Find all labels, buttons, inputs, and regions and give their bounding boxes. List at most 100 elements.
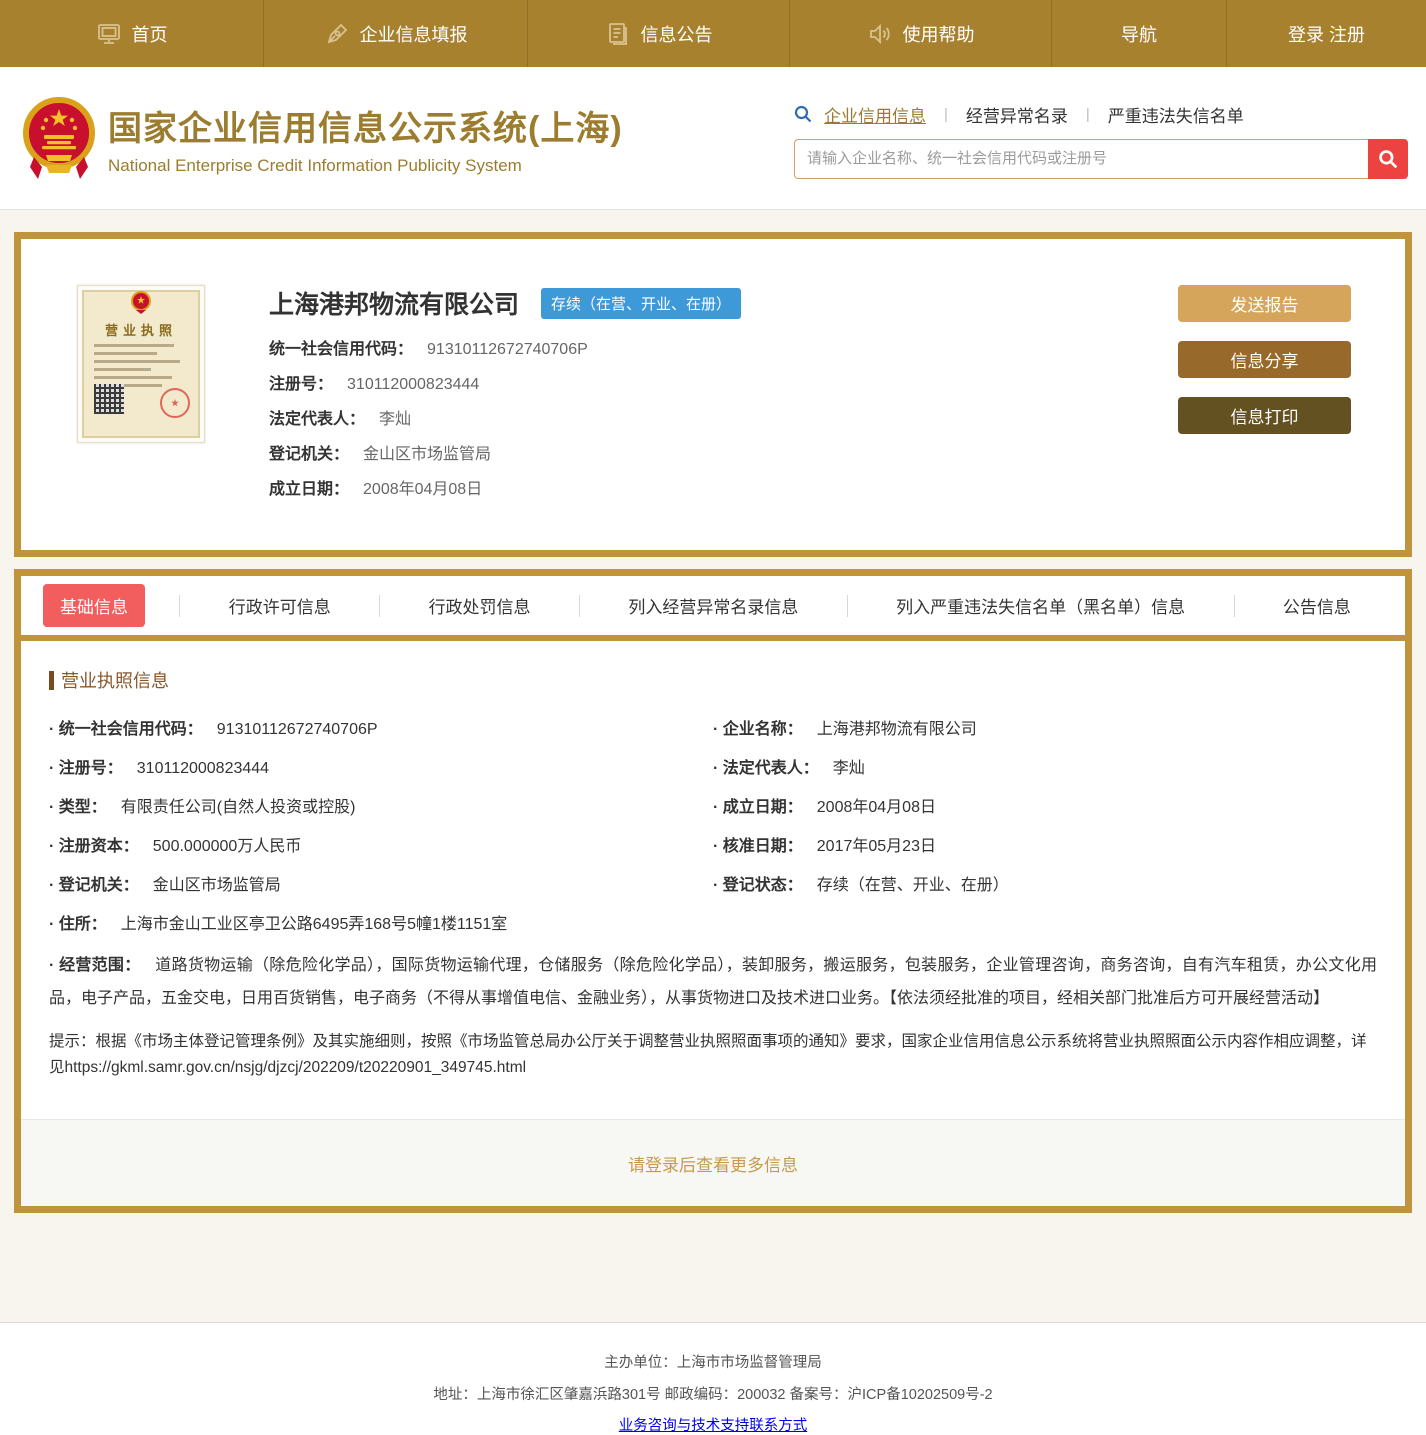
nav-item-home[interactable]: 首页 (0, 0, 264, 67)
tab-announcement-info[interactable]: 公告信息 (1269, 585, 1365, 626)
search-block: 企业信用信息 | 经营异常名录 | 严重违法失信名单 (794, 98, 1408, 179)
company-name: 上海港邦物流有限公司 (269, 291, 520, 319)
field-value: 2008年04月08日 (816, 799, 936, 816)
license-text-line (94, 360, 180, 363)
search-tabs: 企业信用信息 | 经营异常名录 | 严重违法失信名单 (794, 102, 1408, 127)
send-report-button[interactable]: 发送报告 (1178, 285, 1351, 322)
login-more-link[interactable]: 请登录后查看更多信息 (628, 1151, 798, 1176)
field-address: · 住所： 上海市金山工业区亭卫公路6495弄168号5幢1楼1151室 (49, 910, 1377, 934)
print-info-button[interactable]: 信息打印 (1178, 397, 1351, 434)
nav-item-login-register[interactable]: 登录 注册 (1227, 0, 1426, 67)
nav-item-label: 首页 (131, 24, 168, 45)
footer-organizer: 主办单位：上海市市场监督管理局 (604, 1355, 822, 1371)
footer-address: 地址：上海市徐汇区肇嘉浜路301号 邮政编码：200032 备案号：沪ICP备1… (433, 1387, 993, 1403)
section-title-row: 营业执照信息 (49, 667, 1377, 693)
business-license-thumbnail[interactable]: 营业执照 (77, 285, 205, 443)
national-emblem-logo (22, 95, 96, 181)
field-value: 310112000823444 (136, 760, 270, 777)
tab-separator: | (944, 105, 948, 123)
field-value: 2008年04月08日 (363, 481, 483, 498)
detail-grid-row: · 统一社会信用代码： 91310112672740706P · 企业名称： 上… (49, 715, 1377, 739)
field-approval-date: · 核准日期： 2017年05月23日 (713, 832, 1377, 856)
search-button[interactable] (1368, 138, 1408, 179)
speaker-icon (867, 21, 893, 47)
detail-grid-row: · 注册号： 310112000823444 · 法定代表人： 李灿 (49, 754, 1377, 778)
field-value: 有限责任公司(自然人投资或控股) (120, 799, 356, 816)
field-value: 91310112672740706P (216, 721, 378, 738)
detail-grid-row: · 登记机关： 金山区市场监管局 · 登记状态： 存续（在营、开业、在册） (49, 871, 1377, 895)
field-registry: · 登记机关： 金山区市场监管局 (49, 871, 713, 895)
site-title: 国家企业信用信息公示系统(上海) (108, 109, 623, 148)
brand-text: 国家企业信用信息公示系统(上海) National Enterprise Cre… (108, 101, 623, 176)
status-badge: 存续（在营、开业、在册） (541, 287, 742, 319)
search-tab-credit-info[interactable]: 企业信用信息 (824, 102, 926, 127)
tab-admin-penalty[interactable]: 行政处罚信息 (415, 585, 545, 626)
nav-item-enterprise-filing[interactable]: 企业信息填报 (264, 0, 528, 67)
nav-item-announcements[interactable]: 信息公告 (528, 0, 790, 67)
section-title: 营业执照信息 (61, 671, 169, 691)
field-label: · 登记状态： (713, 877, 803, 894)
nav-item-label: 导航 (1121, 24, 1157, 45)
field-establish-date: · 成立日期： 2008年04月08日 (713, 793, 1377, 817)
license-title: 营业执照 (104, 323, 177, 338)
field-label: · 登记机关： (49, 877, 139, 894)
company-info: 上海港邦物流有限公司 存续（在营、开业、在册） 统一社会信用代码： 913101… (269, 285, 742, 510)
tab-separator: | (1085, 105, 1090, 123)
license-info-content: 营业执照信息 · 统一社会信用代码： 91310112672740706P · … (21, 641, 1405, 1206)
tab-blacklist[interactable]: 列入严重违法失信名单（黑名单）信息 (882, 585, 1199, 626)
field-registration-status: · 登记状态： 存续（在营、开业、在册） (713, 871, 1377, 895)
field-label: 注册号： (269, 376, 334, 393)
field-label: · 成立日期： (713, 799, 803, 816)
field-company-type: · 类型： 有限责任公司(自然人投资或控股) (49, 793, 713, 817)
nav-item-help[interactable]: 使用帮助 (790, 0, 1052, 67)
search-tab-abnormal-list[interactable]: 经营异常名录 (966, 102, 1068, 127)
field-value: 91310112672740706P (427, 341, 588, 358)
detail-grid-row: · 类型： 有限责任公司(自然人投资或控股) · 成立日期： 2008年04月0… (49, 793, 1377, 817)
info-row-credit-code: 统一社会信用代码： 91310112672740706P (269, 335, 741, 359)
tab-admin-license[interactable]: 行政许可信息 (215, 585, 345, 626)
section-title-bar (49, 670, 54, 690)
field-label: · 企业名称： (713, 721, 803, 738)
info-row-registry: 登记机关： 金山区市场监管局 (269, 440, 741, 464)
field-value: 310112000823444 (347, 376, 480, 393)
nav-item-navigation[interactable]: 导航 (1052, 0, 1227, 67)
detail-grid-row: · 注册资本： 500.000000万人民币 · 核准日期： 2017年05月2… (49, 832, 1377, 856)
field-credit-code: · 统一社会信用代码： 91310112672740706P (49, 715, 713, 739)
license-certificate-graphic: 营业执照 (82, 290, 200, 438)
share-info-button[interactable]: 信息分享 (1178, 341, 1351, 378)
field-value: 500.000000万人民币 (152, 838, 302, 855)
tab-divider (846, 594, 848, 617)
field-value: 上海市金山工业区亭卫公路6495弄168号5幢1楼1151室 (120, 916, 508, 933)
field-label: · 统一社会信用代码： (49, 721, 203, 738)
field-label: 统一社会信用代码： (269, 341, 414, 358)
search-input[interactable] (794, 138, 1368, 179)
top-nav: 首页 企业信息填报 信息公告 使用帮助 导航 登录 注册 (0, 0, 1426, 67)
tab-divider (1233, 594, 1235, 617)
nav-item-label: 登录 注册 (1287, 24, 1365, 45)
license-emblem-icon (130, 290, 152, 316)
tab-divider (179, 594, 181, 617)
site-header: 国家企业信用信息公示系统(上海) National Enterprise Cre… (0, 67, 1426, 210)
field-label: · 住所： (49, 916, 107, 933)
search-tab-illegal-list[interactable]: 严重违法失信名单 (1108, 102, 1244, 127)
field-value: 李灿 (379, 411, 412, 428)
field-value: 上海港邦物流有限公司 (816, 721, 977, 738)
tab-basic-info[interactable]: 基础信息 (43, 584, 145, 627)
field-label: 登记机关： (269, 446, 350, 463)
company-summary-card: 营业执照 上海港邦物流有限公司 存续（在营、开业、在册） 统一社会信用代码： 9… (14, 232, 1412, 557)
field-registered-capital: · 注册资本： 500.000000万人民币 (49, 832, 713, 856)
info-row-establish-date: 成立日期： 2008年04月08日 (269, 475, 741, 499)
field-label: · 核准日期： (713, 838, 803, 855)
field-label: 法定代表人： (269, 411, 366, 428)
info-row-legal-rep: 法定代表人： 李灿 (269, 405, 741, 429)
field-label: · 注册号： (49, 760, 123, 777)
tab-divider (379, 594, 381, 617)
license-text-line (94, 376, 172, 379)
search-icon (794, 105, 812, 123)
license-red-stamp-icon (160, 388, 190, 418)
pen-icon (324, 21, 350, 47)
login-more-strip: 请登录后查看更多信息 (21, 1120, 1405, 1206)
tab-abnormal-list[interactable]: 列入经营异常名录信息 (614, 585, 812, 626)
footer-support-link[interactable]: 业务咨询与技术支持联系方式 (619, 1418, 808, 1434)
license-text-line (94, 344, 174, 347)
